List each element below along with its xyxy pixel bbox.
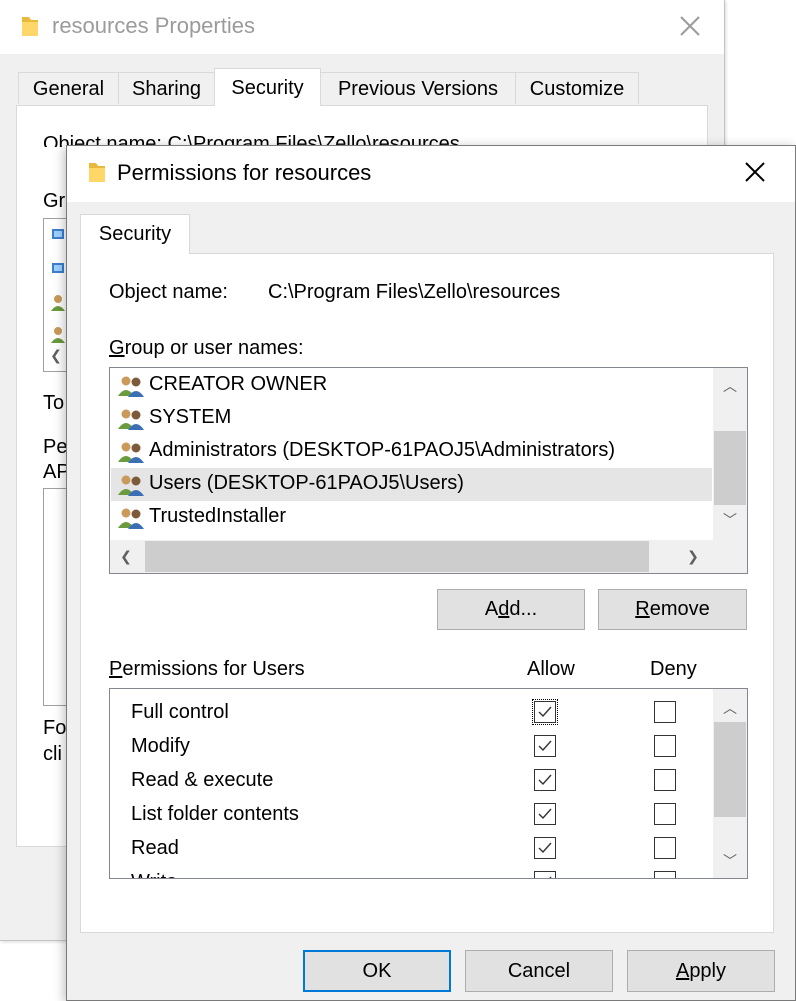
scroll-left-icon[interactable]: ❮ [116,546,136,566]
scroll-down-icon[interactable]: ﹀ [720,510,740,530]
permission-name: Modify [131,735,190,757]
user-group-icon [118,376,144,397]
group-list-item[interactable]: CREATOR OWNER [111,369,712,402]
group-list[interactable]: CREATOR OWNER SYSTEM Administrators (DESKT… [109,367,748,574]
user-icon [51,327,65,343]
cancel-button[interactable]: Cancel [465,950,613,992]
user-group-icon [118,409,144,430]
deny-checkbox[interactable] [654,769,676,791]
group-list-item[interactable]: TrustedInstaller [111,501,712,534]
permission-name: Read [131,837,179,859]
tab-customize[interactable]: Customize [515,72,639,104]
group-name: TrustedInstaller [149,505,287,527]
permission-row: Read [110,831,710,865]
permission-row: Write [110,865,710,878]
tab-security[interactable]: Security [214,68,321,106]
fo-fragment: Fo [43,717,67,739]
permission-row: Modify [110,729,710,763]
permission-name: Full control [131,701,229,723]
folder-icon [22,17,38,36]
permissions-list[interactable]: Full control Modify Read & execute List fol… [109,688,748,879]
permission-name: Read & execute [131,769,274,791]
tab-general[interactable]: General [18,72,119,104]
allow-checkbox[interactable] [534,837,556,859]
to-fragment: To [43,392,65,414]
apply-button[interactable]: Apply [627,950,775,992]
add-button[interactable]: Add... [437,589,585,630]
group-label-fragment: Gr [43,190,66,212]
deny-checkbox[interactable] [654,837,676,859]
folder-icon [89,163,105,182]
user-group-icon [118,475,144,496]
scroll-down-icon[interactable]: ﹀ [720,851,740,871]
permissions-dialog: Permissions for resources Security Objec… [66,145,796,1001]
network-user-icon [52,229,64,239]
allow-checkbox[interactable] [534,803,556,825]
object-name-label: Object name: [109,281,228,303]
group-name: CREATOR OWNER [149,373,328,395]
group-list-item[interactable]: Administrators (DESKTOP-61PAOJ5\Administ… [111,435,712,468]
remove-button[interactable]: Remove [598,589,747,630]
group-name: Users (DESKTOP-61PAOJ5\Users) [149,472,464,494]
group-vertical-scrollbar[interactable]: ︿ ﹀ [713,368,747,540]
scroll-thumb-horizontal[interactable] [145,541,649,572]
permissions-label: Permissions for Users [109,658,305,680]
close-icon[interactable] [737,154,773,190]
pe-fragment: Pe [43,436,68,458]
scroll-up-icon[interactable]: ︿ [720,376,740,396]
group-list-item[interactable]: SYSTEM [111,402,712,435]
ok-button[interactable]: OK [303,950,451,992]
permission-row: Full control [110,695,710,729]
permission-name: Write [131,871,177,878]
group-names-label: Group or user names: [109,337,304,359]
scroll-thumb[interactable] [714,431,746,505]
scroll-thumb[interactable] [714,722,746,817]
user-group-icon [118,508,144,529]
scroll-up-icon[interactable]: ︿ [720,698,740,718]
allow-checkbox[interactable] [534,871,556,878]
network-user-icon [52,263,64,273]
cli-fragment: cli [43,743,62,765]
object-name-value: C:\Program Files\Zello\resources [268,281,561,303]
close-icon[interactable] [672,8,708,44]
deny-header: Deny [650,658,697,680]
permissions-vertical-scrollbar[interactable]: ︿ ﹀ [713,689,747,878]
permission-row: Read & execute [110,763,710,797]
tab-security[interactable]: Security [80,214,190,254]
deny-checkbox[interactable] [654,871,676,878]
group-name: SYSTEM [149,406,232,428]
user-icon [51,295,65,311]
properties-title: resources Properties [52,13,255,38]
allow-checkbox[interactable] [534,735,556,757]
permission-name: List folder contents [131,803,299,825]
deny-checkbox[interactable] [654,735,676,757]
tab-sharing[interactable]: Sharing [118,72,215,104]
allow-header: Allow [527,658,575,680]
scroll-right-icon[interactable]: ❯ [683,546,703,566]
tab-previous-versions[interactable]: Previous Versions [320,72,516,104]
group-name: Administrators (DESKTOP-61PAOJ5\Administ… [149,439,616,461]
group-horizontal-scrollbar[interactable]: ❮ ❯ [110,540,713,573]
user-group-icon [118,442,144,463]
deny-checkbox[interactable] [654,803,676,825]
deny-checkbox[interactable] [654,701,676,723]
scroll-corner [713,540,747,573]
permission-row: List folder contents [110,797,710,831]
allow-checkbox[interactable] [534,769,556,791]
allow-checkbox[interactable] [532,699,558,725]
scroll-left-icon[interactable]: ❮ [46,345,66,365]
dialog-title: Permissions for resources [117,160,372,185]
group-list-item[interactable]: Users (DESKTOP-61PAOJ5\Users) [111,468,712,501]
